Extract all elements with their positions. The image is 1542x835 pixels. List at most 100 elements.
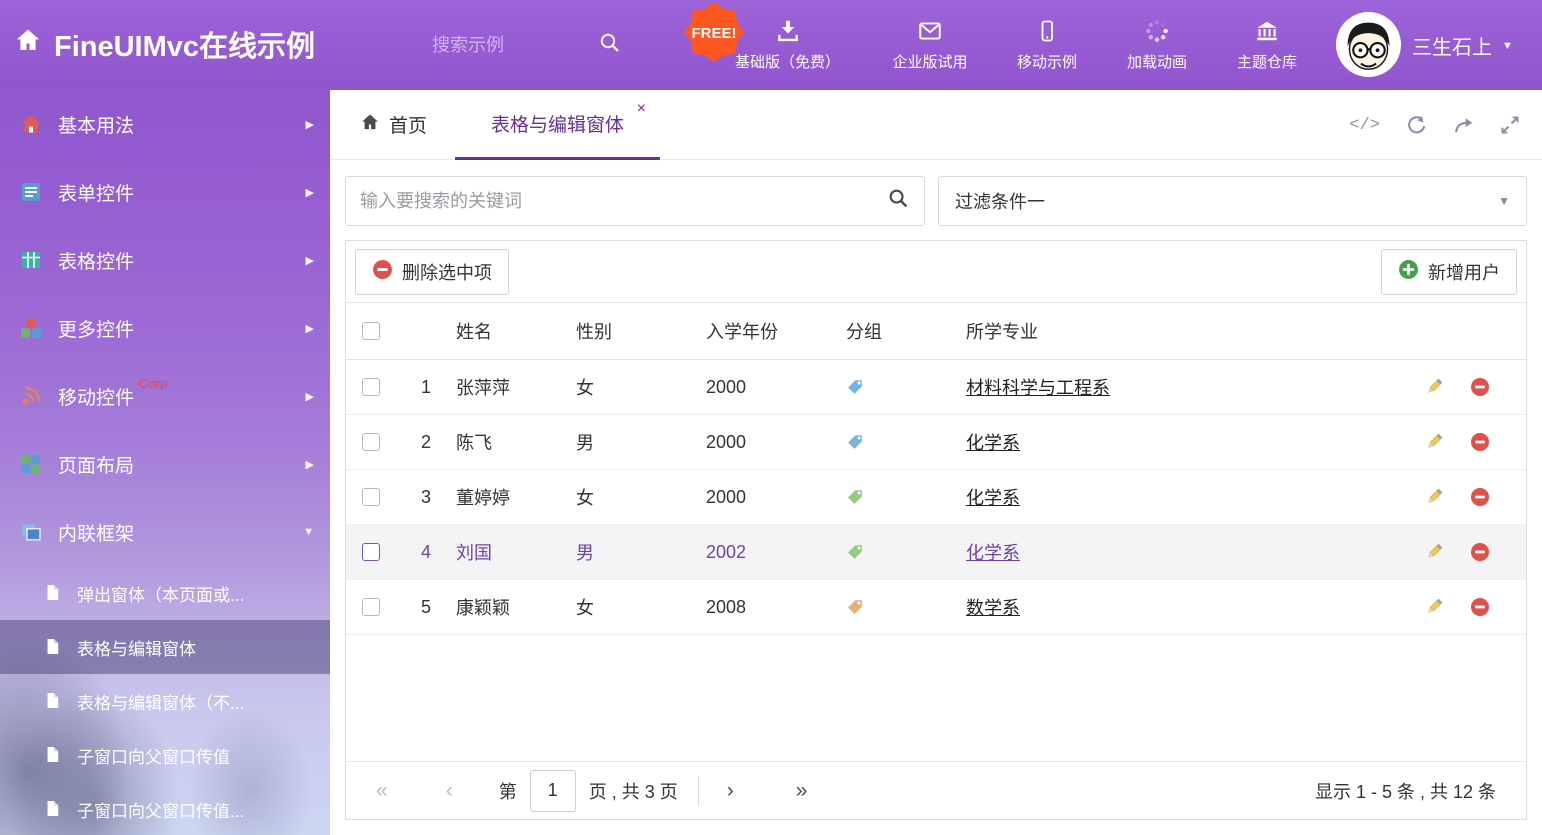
last-page-icon[interactable]: »	[796, 780, 808, 801]
brand-title: FineUIMvc在线示例	[54, 23, 315, 65]
sidebar-subitem-grid-edit-window[interactable]: 表格与编辑窗体	[0, 620, 330, 674]
sidebar-item-table-controls[interactable]: 表格控件 ▶	[0, 226, 330, 294]
tag-icon	[846, 378, 864, 396]
keyword-search-box	[345, 176, 925, 226]
sidebar-item-page-layout[interactable]: 页面布局 ▶	[0, 430, 330, 498]
sidebar-subitem-child-to-parent-2[interactable]: 子窗口向父窗口传值...	[0, 782, 330, 835]
column-header-year: 入学年份	[700, 318, 840, 344]
row-checkbox[interactable]	[362, 598, 380, 616]
sidebar-item-mobile-controls[interactable]: 移动控件 Corp. ▶	[0, 362, 330, 430]
row-index: 3	[402, 487, 450, 508]
edit-icon[interactable]	[1424, 542, 1444, 562]
row-checkbox[interactable]	[362, 433, 380, 451]
edit-icon[interactable]	[1424, 432, 1444, 452]
user-menu[interactable]: 三生石上 ▼	[1412, 31, 1513, 60]
header-search-input[interactable]	[432, 35, 582, 56]
nav-item-theme-repo[interactable]: 主题仓库	[1211, 12, 1323, 72]
keyword-search-input[interactable]	[360, 191, 887, 212]
table-header-row: 姓名 性别 入学年份 分组 所学专业	[346, 303, 1526, 360]
delete-icon[interactable]	[1470, 542, 1490, 562]
frames-icon	[18, 519, 44, 545]
column-header-group: 分组	[840, 318, 960, 344]
sidebar-subitem-child-to-parent[interactable]: 子窗口向父窗口传值	[0, 728, 330, 782]
caret-down-icon: ▼	[1502, 40, 1513, 52]
grid-toolbar: 删除选中项 新增用户	[346, 241, 1526, 303]
tag-icon	[846, 488, 864, 506]
next-page-icon[interactable]: ›	[727, 780, 734, 801]
table-icon	[18, 247, 44, 273]
cell-name: 董婷婷	[450, 484, 570, 510]
sidebar-item-more-controls[interactable]: 更多控件 ▶	[0, 294, 330, 362]
filter-dropdown-value: 过滤条件一	[955, 188, 1045, 214]
sidebar-item-label: 表单控件	[58, 179, 134, 206]
cell-group	[840, 598, 960, 616]
nav-item-loading-animation[interactable]: 加载动画	[1103, 12, 1211, 72]
sidebar-subitem-popup-window[interactable]: 弹出窗体（本页面或...	[0, 566, 330, 620]
major-link[interactable]: 化学系	[966, 488, 1020, 508]
delete-icon[interactable]	[1470, 432, 1490, 452]
cell-gender: 男	[570, 539, 700, 565]
delete-selected-button[interactable]: 删除选中项	[355, 249, 509, 295]
tab-home-label: 首页	[389, 111, 427, 138]
free-badge-text: FREE!	[692, 25, 737, 42]
sidebar-item-form-controls[interactable]: 表单控件 ▶	[0, 158, 330, 226]
tab-grid-edit-window[interactable]: 表格与编辑窗体 ×	[455, 90, 660, 160]
caret-down-icon: ▼	[1498, 194, 1510, 208]
close-icon[interactable]: ×	[637, 100, 646, 118]
envelope-icon	[916, 12, 944, 44]
tab-home[interactable]: 首页	[360, 90, 427, 159]
major-link[interactable]: 材料科学与工程系	[966, 378, 1110, 398]
sidebar: 基本用法 ▶ 表单控件 ▶ 表格控件 ▶ 更多控件 ▶ 移动控件 Corp. ▶	[0, 90, 330, 835]
row-checkbox[interactable]	[362, 488, 380, 506]
share-icon[interactable]	[1453, 115, 1474, 136]
major-link[interactable]: 化学系	[966, 543, 1020, 563]
download-icon	[775, 12, 801, 44]
major-link[interactable]: 数学系	[966, 598, 1020, 618]
delete-icon[interactable]	[1470, 487, 1490, 507]
edit-icon[interactable]	[1424, 377, 1444, 397]
filter-dropdown[interactable]: 过滤条件一 ▼	[938, 176, 1527, 226]
row-index: 4	[402, 542, 450, 563]
delete-icon[interactable]	[1470, 597, 1490, 617]
top-header: FineUIMvc在线示例 FREE! 基础版（免费） 企业版试用	[0, 0, 1542, 90]
first-page-icon[interactable]: «	[376, 780, 388, 801]
expand-icon[interactable]	[1500, 115, 1520, 135]
code-icon[interactable]: </>	[1349, 116, 1380, 135]
sidebar-item-inline-frame[interactable]: 内联框架 ▼	[0, 498, 330, 566]
cell-gender: 女	[570, 594, 700, 620]
nav-item-enterprise-trial[interactable]: 企业版试用	[869, 12, 991, 72]
tab-bar: 首页 表格与编辑窗体 × </>	[330, 90, 1542, 160]
cell-group	[840, 488, 960, 506]
row-checkbox[interactable]	[362, 378, 380, 396]
add-user-label: 新增用户	[1428, 259, 1500, 285]
sidebar-item-label: 更多控件	[58, 315, 134, 342]
row-index: 1	[402, 377, 450, 398]
file-icon	[44, 745, 64, 765]
column-header-gender: 性别	[570, 318, 700, 344]
tag-icon	[846, 598, 864, 616]
search-icon[interactable]	[598, 31, 622, 60]
add-user-button[interactable]: 新增用户	[1381, 249, 1517, 295]
nav-item-mobile-demo[interactable]: 移动示例	[991, 12, 1103, 72]
avatar[interactable]	[1336, 12, 1401, 77]
filter-row: 过滤条件一 ▼	[345, 176, 1527, 226]
free-badge: FREE!	[683, 1, 745, 63]
file-icon	[44, 691, 64, 711]
refresh-icon[interactable]	[1406, 115, 1427, 136]
row-checkbox[interactable]	[362, 543, 380, 561]
delete-icon[interactable]	[1470, 377, 1490, 397]
select-all-checkbox[interactable]	[362, 322, 380, 340]
major-link[interactable]: 化学系	[966, 433, 1020, 453]
sidebar-item-basic-usage[interactable]: 基本用法 ▶	[0, 90, 330, 158]
edit-icon[interactable]	[1424, 597, 1444, 617]
page-number-input[interactable]	[530, 770, 576, 812]
prev-page-icon[interactable]: ‹	[446, 780, 453, 801]
search-icon[interactable]	[887, 187, 910, 215]
house-icon	[18, 111, 44, 137]
minus-circle-icon	[372, 259, 393, 285]
sidebar-subitem-label: 表格与编辑窗体（不...	[77, 689, 244, 714]
sidebar-submenu: 弹出窗体（本页面或... 表格与编辑窗体 表格与编辑窗体（不... 子窗口向父窗…	[0, 566, 330, 835]
corp-badge: Corp.	[139, 376, 171, 391]
sidebar-subitem-grid-edit-window-2[interactable]: 表格与编辑窗体（不...	[0, 674, 330, 728]
edit-icon[interactable]	[1424, 487, 1444, 507]
